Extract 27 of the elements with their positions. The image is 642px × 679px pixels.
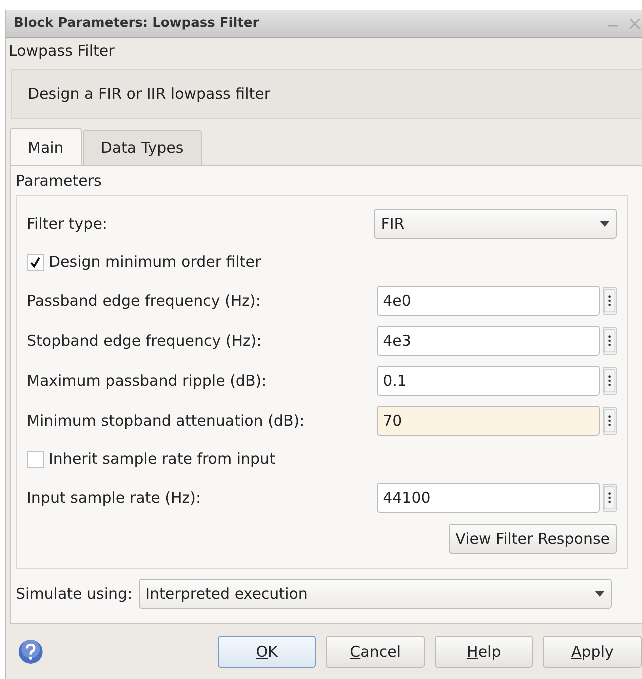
field-label: Simulate using: bbox=[16, 585, 133, 603]
description-panel: Design a FIR or IIR lowpass filter bbox=[11, 69, 642, 119]
input-field[interactable]: 4e0 bbox=[377, 286, 600, 316]
section-title: Parameters bbox=[16, 172, 103, 190]
simulate-dropdown[interactable]: Interpreted execution bbox=[138, 579, 612, 609]
checkbox-label: Inherit sample rate from input bbox=[49, 450, 276, 468]
field-label: Maximum passband ripple (dB): bbox=[27, 372, 268, 390]
dialog-button[interactable]: Help bbox=[434, 636, 534, 668]
field-label: Filter type: bbox=[27, 214, 108, 232]
checkbox-label: Design minimum order filter bbox=[49, 253, 262, 271]
dialog-button[interactable]: Apply bbox=[543, 636, 642, 668]
input-field[interactable]: 0.1 bbox=[377, 366, 600, 396]
field-label: Input sample rate (Hz): bbox=[27, 488, 202, 506]
tab[interactable]: Data Types bbox=[82, 130, 202, 165]
view-filter-response-button[interactable]: View Filter Response bbox=[448, 524, 617, 554]
input-field[interactable]: 4e3 bbox=[377, 326, 600, 356]
dialog-button[interactable]: Cancel bbox=[326, 636, 425, 668]
filter-type-dropdown[interactable]: FIR bbox=[374, 208, 617, 238]
input-field[interactable]: 70 bbox=[377, 406, 600, 436]
input-field[interactable]: 44100 bbox=[377, 482, 600, 512]
window-title: Block Parameters: Lowpass Filter bbox=[14, 16, 260, 31]
block-name: Lowpass Filter bbox=[8, 41, 116, 62]
field-label: Passband edge frequency (Hz): bbox=[27, 292, 262, 310]
field-label: Stopband edge frequency (Hz): bbox=[27, 332, 263, 350]
tab[interactable]: Main bbox=[10, 128, 82, 165]
dialog-button[interactable]: OK bbox=[218, 636, 316, 668]
field-label: Minimum stopband attenuation (dB): bbox=[27, 412, 306, 430]
